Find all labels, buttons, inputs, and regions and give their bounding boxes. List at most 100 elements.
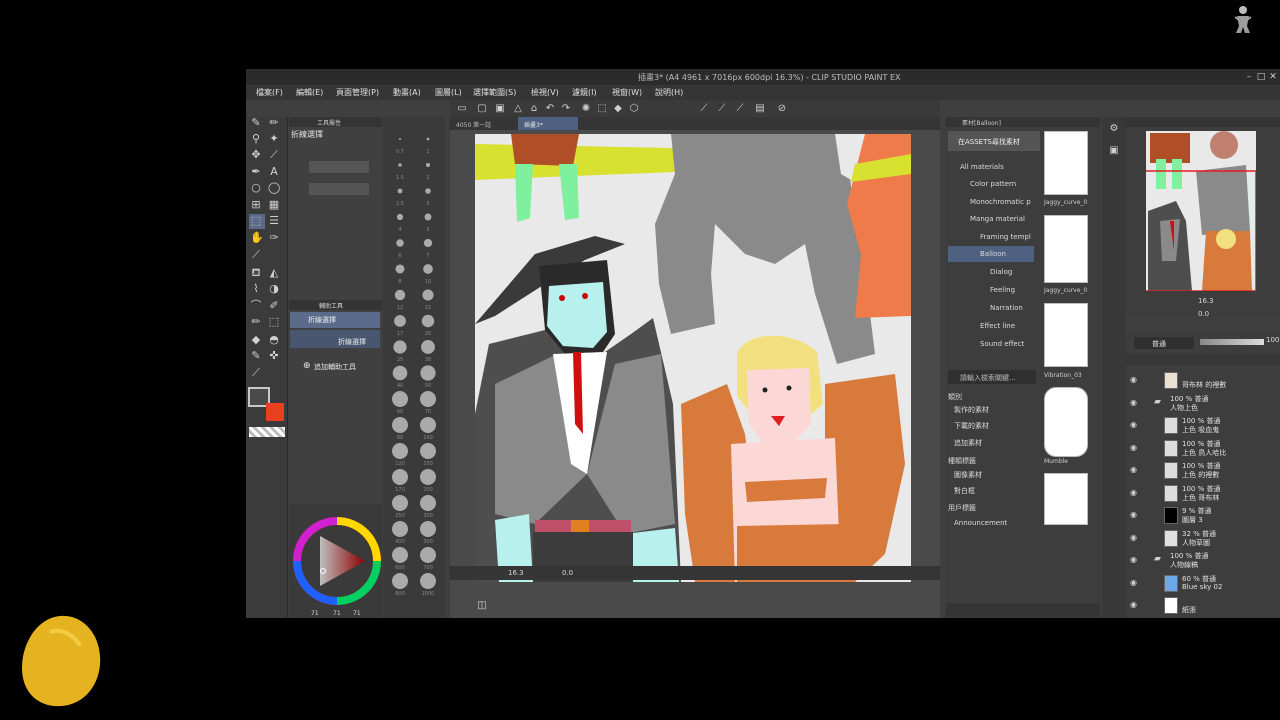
text-tool-icon[interactable]: A — [268, 166, 280, 178]
brush-size-dot[interactable] — [395, 264, 405, 274]
eye-icon[interactable]: ◉ — [1130, 465, 1140, 475]
canvas-tab-2[interactable]: 插畫3* — [524, 120, 543, 129]
layer-blend-select[interactable]: 普通 — [1134, 337, 1194, 349]
brush-size-dot[interactable] — [392, 417, 408, 433]
clear-icon[interactable]: ⬚ — [596, 103, 608, 115]
brush-size-dot[interactable] — [396, 213, 404, 221]
brush-size-dot[interactable] — [423, 238, 433, 248]
brush-size-dot[interactable] — [398, 163, 402, 167]
layer-opacity-slider[interactable] — [1200, 339, 1264, 345]
pencil-tool-icon[interactable]: ✏ — [250, 316, 262, 328]
brush-size-dot[interactable] — [425, 162, 431, 168]
brush-size-dot[interactable] — [392, 495, 408, 511]
transform-icon[interactable]: ⬡ — [628, 103, 640, 115]
fill-tool-icon[interactable]: ◓ — [268, 334, 280, 346]
eye-icon[interactable]: ◉ — [1130, 375, 1140, 385]
navigator-zoom[interactable]: 16.3 — [1198, 297, 1214, 305]
print-icon[interactable]: ⌂ — [528, 103, 540, 115]
redo-icon[interactable]: ↷ — [560, 103, 572, 115]
lines-tool-icon[interactable]: ☰ — [268, 215, 280, 227]
eye-icon[interactable]: ◉ — [1130, 488, 1140, 498]
panel-toggle-icon-2[interactable]: ▣ — [1108, 145, 1120, 157]
panel-toggle-icon[interactable]: ⚙ — [1108, 123, 1120, 135]
filter-announcement[interactable]: Announcement — [950, 517, 1014, 530]
fill-icon[interactable]: ◆ — [612, 103, 624, 115]
menu-view[interactable]: 檢視(V) — [531, 87, 559, 98]
status-zoom[interactable]: 16.3 — [508, 569, 524, 577]
brush-size-dot[interactable] — [394, 289, 406, 301]
filter-created[interactable]: 製作的素材 — [950, 404, 1014, 417]
save-icon[interactable]: ▣ — [494, 103, 506, 115]
marker-tool-icon[interactable]: ✐ — [268, 300, 280, 312]
line-tool-icon[interactable]: ⟋ — [250, 249, 262, 261]
menu-help[interactable]: 說明(H) — [655, 87, 683, 98]
layer-row[interactable]: ◉ 100 % 普通 上色 吸血鬼 — [1126, 414, 1280, 437]
brush-size-dot[interactable] — [393, 340, 407, 354]
eye-icon[interactable]: ◉ — [1130, 555, 1140, 565]
brush-size-dot[interactable] — [420, 495, 436, 511]
layer-opacity-value[interactable]: 100 — [1266, 336, 1279, 344]
brush-size-dot[interactable] — [420, 443, 436, 459]
export-icon[interactable]: △ — [512, 103, 524, 115]
brush-size-dot[interactable] — [420, 391, 436, 407]
add-sub-tool-label[interactable]: 追加輔助工具 — [314, 362, 356, 372]
brush-size-dot[interactable] — [420, 417, 436, 433]
brush-size-dot[interactable] — [392, 365, 408, 381]
status-angle[interactable]: 0.0 — [562, 569, 573, 577]
eraser-tool-icon[interactable]: ◆ — [250, 334, 262, 346]
navigator-angle[interactable]: 0.0 — [1198, 310, 1209, 318]
brush-size-dot[interactable] — [421, 340, 435, 354]
brush-size-dot[interactable] — [423, 264, 433, 274]
brush-size-dot[interactable] — [394, 315, 406, 327]
magic-wand-icon[interactable]: ✦ — [268, 133, 280, 145]
canvas-nav-icon[interactable]: ◫ — [476, 600, 488, 612]
brush-size-dot[interactable] — [420, 469, 436, 485]
correction-tool-icon[interactable]: ✎ — [250, 350, 262, 362]
brush-size-dot[interactable] — [392, 521, 408, 537]
material-thumb-4[interactable] — [1044, 387, 1088, 457]
brush-size-dot[interactable] — [420, 521, 436, 537]
artwork-canvas[interactable] — [475, 134, 911, 582]
menu-filter[interactable]: 濾鏡(I) — [572, 87, 597, 98]
open-icon[interactable]: ▢ — [476, 103, 488, 115]
canvas-tab-1[interactable]: 4050 第一話 — [456, 120, 491, 129]
hand-tool-icon[interactable]: ✋ — [250, 232, 264, 244]
brush-size-dot[interactable] — [392, 469, 408, 485]
layer-row[interactable]: ◉ 紙張 — [1126, 594, 1280, 617]
frame-tool-icon[interactable]: ⊞ — [250, 199, 262, 211]
ellipse-tool-icon[interactable]: ○ — [250, 182, 262, 194]
link-icon[interactable]: ⊘ — [776, 103, 788, 115]
brush-size-dot[interactable] — [421, 314, 435, 328]
add-sub-tool-icon[interactable]: ⊕ — [303, 361, 311, 371]
layer-row[interactable]: ◉ 60 % 普通 Blue sky 02 — [1126, 572, 1280, 595]
ruler2-icon[interactable]: ⟋ — [716, 103, 728, 115]
zoom-tool-icon[interactable]: ⚲ — [250, 133, 262, 145]
menu-file[interactable]: 檔案(F) — [256, 87, 283, 98]
filter-image-material[interactable]: 圖像素材 — [950, 469, 1014, 482]
material-thumb-3[interactable] — [1044, 303, 1088, 367]
brush-size-dot[interactable] — [424, 213, 432, 221]
layer-row[interactable]: ◉ 9 % 普通 圖層 3 — [1126, 504, 1280, 527]
eye-icon[interactable]: ◉ — [1130, 600, 1140, 610]
layer-row[interactable]: ◉ 哥布林 的裡數 — [1126, 369, 1280, 392]
brush-size-dot[interactable] — [420, 547, 436, 563]
assets-button[interactable]: 在ASSETS尋找素材 — [948, 131, 1040, 151]
settings-icon[interactable]: ✺ — [580, 103, 592, 115]
eye-icon[interactable]: ◉ — [1130, 398, 1140, 408]
material-thumb-2[interactable] — [1044, 215, 1088, 283]
close-button[interactable]: ✕ — [1266, 71, 1280, 83]
operation-tool-icon[interactable]: ✜ — [268, 350, 280, 362]
ink-tool-icon[interactable]: ✒ — [250, 166, 262, 178]
sub-color-swatch[interactable] — [266, 403, 284, 421]
bucket-tool-icon[interactable]: ⛾ — [250, 267, 262, 279]
balloon-tool-icon[interactable]: ◯ — [268, 182, 280, 194]
selection-tool-icon[interactable]: ⬚ — [250, 215, 262, 227]
filter-downloaded[interactable]: 下載的素材 — [950, 420, 1014, 433]
menu-selection[interactable]: 選擇範圍(S) — [473, 87, 516, 98]
brush-size-dot[interactable] — [399, 138, 401, 140]
eye-icon[interactable]: ◉ — [1130, 578, 1140, 588]
menu-animation[interactable]: 動畫(A) — [393, 87, 421, 98]
tree-all-materials[interactable]: All materials — [960, 160, 1046, 174]
layer-row[interactable]: ◉ 100 % 普通 上色 哥布林 — [1126, 482, 1280, 505]
brush-size-dot[interactable] — [426, 137, 430, 141]
